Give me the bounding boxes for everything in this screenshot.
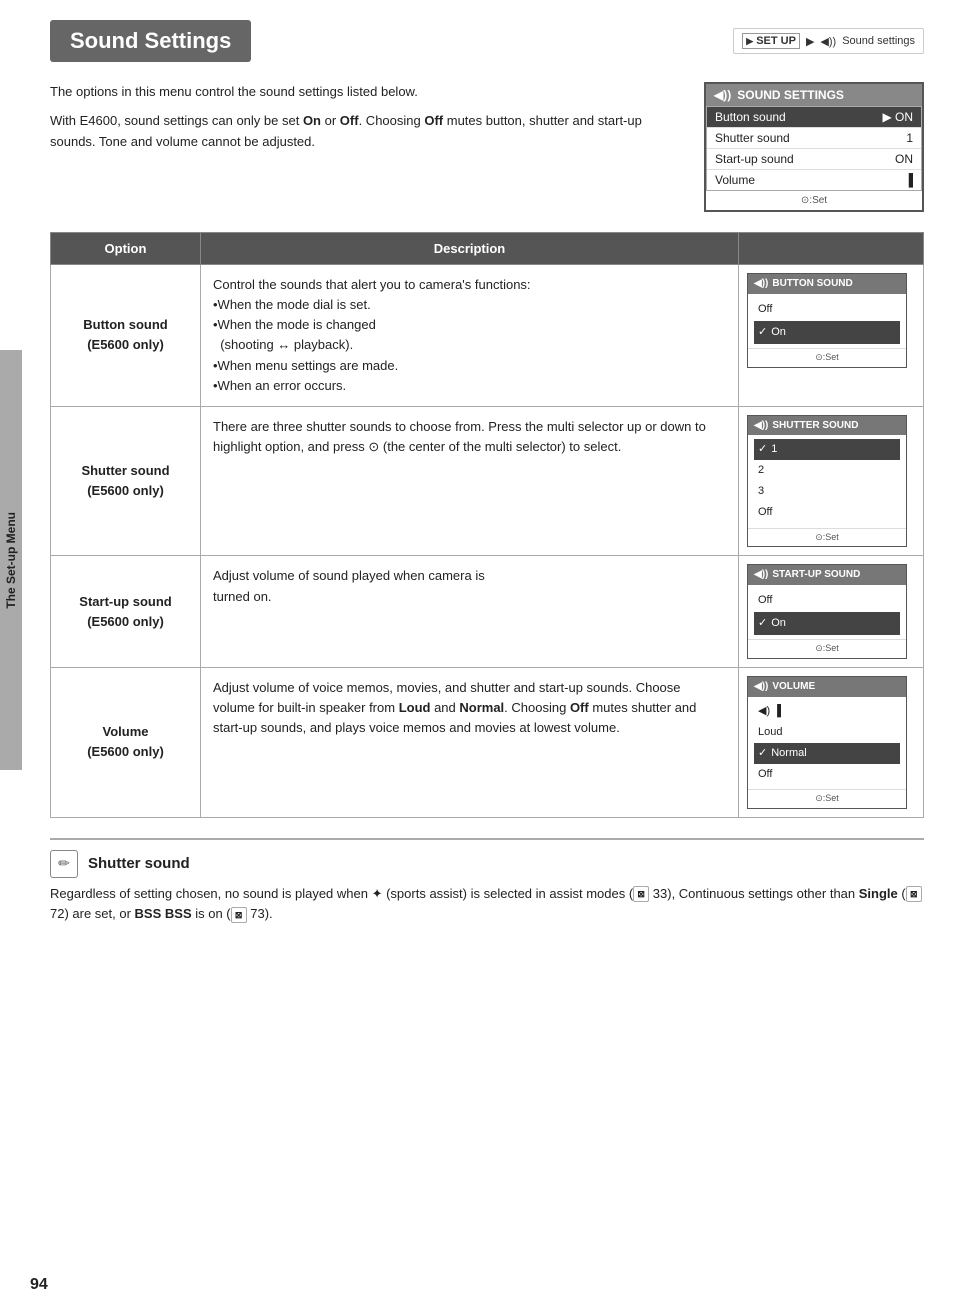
menu-vol-icon: ◀))	[714, 88, 731, 102]
note-title: Shutter sound	[88, 855, 190, 872]
col-image	[739, 233, 924, 265]
option-button-sound: Button sound(E5600 only)	[51, 265, 201, 407]
note-header: ✏ Shutter sound	[50, 850, 924, 878]
breadcrumb-setup-icon: ▶ SET UP	[742, 33, 800, 49]
table-row: Shutter sound(E5600 only) There are thre…	[51, 406, 924, 556]
screen-volume: ◀)) VOLUME ◀) ▐ Loud ✓	[739, 668, 924, 818]
menu-row-volume: Volume ▐	[707, 170, 921, 190]
desc-startup-sound: Adjust volume of sound played when camer…	[201, 556, 739, 668]
menu-box-footer: ⊙:Set	[706, 191, 922, 210]
option-startup-sound: Start-up sound(E5600 only)	[51, 556, 201, 668]
note-icon: ✏	[50, 850, 78, 878]
menu-row-button-sound: Button sound ▶ ON	[707, 107, 921, 128]
intro-paragraph1: The options in this menu control the sou…	[50, 82, 684, 103]
intro-section: The options in this menu control the sou…	[50, 82, 924, 212]
sidebar-tab: The Set-up Menu	[0, 350, 22, 770]
menu-row-shutter-sound: Shutter sound 1	[707, 128, 921, 149]
screen-shutter-sound: ◀)) SHUTTER SOUND ✓ 1 2	[739, 406, 924, 556]
col-description: Description	[201, 233, 739, 265]
desc-volume: Adjust volume of voice memos, movies, an…	[201, 668, 739, 818]
sound-settings-menu: ◀)) SOUND SETTINGS Button sound ▶ ON Shu…	[704, 82, 924, 212]
menu-box-rows: Button sound ▶ ON Shutter sound 1 Start-…	[706, 106, 922, 191]
screen-button-sound: ◀)) BUTTON SOUND Off ✓ On ⊙	[739, 265, 924, 407]
intro-text: The options in this menu control the sou…	[50, 82, 684, 212]
option-shutter-sound: Shutter sound(E5600 only)	[51, 406, 201, 556]
breadcrumb: ▶ SET UP ▶ ◀)) Sound settings	[733, 28, 924, 54]
breadcrumb-label: Sound settings	[842, 35, 915, 47]
desc-shutter-sound: There are three shutter sounds to choose…	[201, 406, 739, 556]
option-volume: Volume(E5600 only)	[51, 668, 201, 818]
note-text: Regardless of setting chosen, no sound i…	[50, 884, 924, 926]
table-row: Volume(E5600 only) Adjust volume of voic…	[51, 668, 924, 818]
sidebar-label: The Set-up Menu	[4, 512, 18, 609]
desc-button-sound: Control the sounds that alert you to cam…	[201, 265, 739, 407]
intro-paragraph2: With E4600, sound settings can only be s…	[50, 111, 684, 153]
page-header: Sound Settings ▶ SET UP ▶ ◀)) Sound sett…	[50, 20, 924, 62]
breadcrumb-sound-icon: ◀))	[820, 35, 836, 48]
menu-row-startup-sound: Start-up sound ON	[707, 149, 921, 170]
table-row: Start-up sound(E5600 only) Adjust volume…	[51, 556, 924, 668]
screen-startup-sound: ◀)) START-UP SOUND Off ✓ On	[739, 556, 924, 668]
main-table: Option Description Button sound(E5600 on…	[50, 232, 924, 818]
menu-box-header: ◀)) SOUND SETTINGS	[706, 84, 922, 106]
menu-box-title: SOUND SETTINGS	[737, 88, 844, 102]
table-row: Button sound(E5600 only) Control the sou…	[51, 265, 924, 407]
page-title: Sound Settings	[50, 20, 251, 62]
page-number: 94	[30, 1276, 48, 1294]
col-option: Option	[51, 233, 201, 265]
breadcrumb-arrow: ▶	[806, 35, 814, 48]
note-section: ✏ Shutter sound Regardless of setting ch…	[50, 838, 924, 926]
